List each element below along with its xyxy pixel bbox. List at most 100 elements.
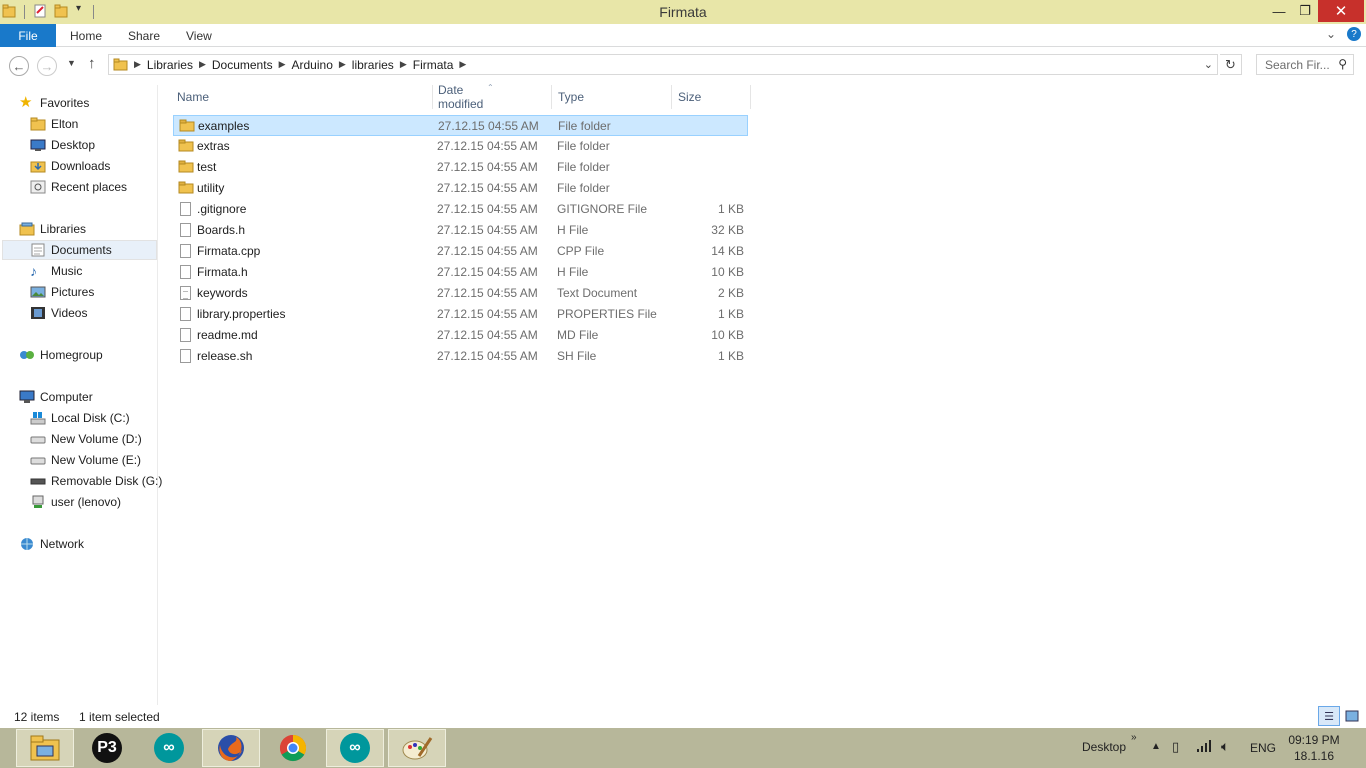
help-icon[interactable]: ? [1347,27,1361,41]
file-row[interactable]: examples 27.12.15 04:55 AM File folder [173,115,748,136]
network-drive-icon [32,495,44,508]
address-dropdown-icon[interactable]: ⌄ [1204,58,1213,71]
breadcrumb-libraries-folder[interactable]: libraries [352,58,394,72]
documents-icon [31,243,45,257]
large-icons-view-button[interactable] [1342,706,1362,726]
breadcrumb-separator[interactable]: ▶ [339,59,346,70]
file-type: PROPERTIES File [557,307,657,321]
restore-button[interactable]: ❐ [1292,0,1318,22]
taskbar-paint[interactable] [388,729,446,767]
nav-libraries[interactable]: Libraries [19,219,86,239]
nav-local-disk[interactable]: Local Disk (C:) [30,408,130,428]
close-button[interactable]: ✕ [1318,0,1364,22]
file-row[interactable]: test 27.12.15 04:55 AM File folder [173,157,748,178]
column-divider[interactable] [551,85,552,109]
breadcrumb-arduino[interactable]: Arduino [292,58,333,72]
file-row[interactable]: readme.md 27.12.15 04:55 AM MD File 10 KB [173,325,748,346]
recent-locations-icon[interactable]: ▼ [67,58,76,68]
taskbar-arduino[interactable]: ∞ [140,729,198,767]
nav-pictures[interactable]: Pictures [30,282,94,302]
file-name: test [197,160,217,174]
breadcrumb-separator[interactable]: ▶ [279,59,286,70]
file-row[interactable]: extras 27.12.15 04:55 AM File folder [173,136,748,157]
address-bar[interactable]: ▶ Libraries ▶ Documents ▶ Arduino ▶ libr… [108,54,1218,75]
signal-icon[interactable] [1196,739,1212,756]
refresh-button[interactable]: ↻ [1220,54,1242,75]
tab-home[interactable]: Home [70,29,102,43]
nav-desktop[interactable]: Desktop [30,135,95,155]
search-input[interactable]: Search Fir... ⚲ [1256,54,1354,75]
file-name: extras [197,139,230,153]
nav-music[interactable]: ♪ Music [30,261,82,281]
nav-label: Desktop [51,138,96,152]
taskbar-chrome[interactable] [264,729,322,767]
text-document-icon [180,286,191,300]
toolbar-expand-icon[interactable]: » [1131,732,1137,743]
taskbar-file-explorer[interactable] [16,729,74,767]
file-size: 2 KB [717,286,744,300]
file-name: Boards.h [197,223,246,237]
nav-volume-d[interactable]: New Volume (D:) [30,429,142,449]
nav-label: Documents [51,243,112,257]
breadcrumb-separator[interactable]: ▶ [400,59,407,70]
back-button[interactable]: ← [9,56,29,76]
nav-favorites[interactable]: ★ Favorites [19,93,89,113]
paint-icon [402,737,433,760]
volume-icon[interactable]: 🔈︎ [1221,738,1229,755]
column-header-size[interactable]: Size [678,85,701,109]
nav-computer[interactable]: Computer [19,387,93,407]
minimize-button[interactable]: — [1266,0,1292,22]
file-date: 27.12.15 04:55 AM [437,307,538,321]
breadcrumb-documents[interactable]: Documents [212,58,273,72]
tab-share[interactable]: Share [128,29,160,43]
folder-icon [113,58,128,71]
breadcrumb-separator[interactable]: ▶ [459,59,466,70]
file-row[interactable]: keywords 27.12.15 04:55 AM Text Document 2 … [173,283,748,304]
expand-ribbon-icon[interactable]: ⌄ [1326,27,1336,41]
column-header-name[interactable]: Name [177,85,209,109]
file-row[interactable]: library.properties 27.12.15 04:55 AM PROPE… [173,304,748,325]
file-row[interactable]: Firmata.h 27.12.15 04:55 AM H File 10 KB [173,262,748,283]
nav-homegroup[interactable]: Homegroup [19,345,103,365]
show-hidden-icons-icon[interactable]: ▲ [1151,741,1161,752]
nav-downloads[interactable]: Downloads [30,156,110,176]
nav-recent-places[interactable]: Recent places [30,177,127,197]
file-row[interactable]: release.sh 27.12.15 04:55 AM SH File 1 KB [173,346,748,367]
nav-label: New Volume (D:) [51,432,142,446]
nav-volume-e[interactable]: New Volume (E:) [30,450,141,470]
language-indicator[interactable]: ENG [1250,741,1276,755]
file-row[interactable]: Boards.h 27.12.15 04:55 AM H File 32 KB [173,220,748,241]
up-button[interactable]: ↑ [88,55,96,72]
nav-network-share[interactable]: user (lenovo) [30,492,121,512]
file-type: File folder [557,139,610,153]
nav-documents[interactable]: Documents [2,240,157,260]
file-row[interactable]: Firmata.cpp 27.12.15 04:55 AM CPP File 14 K… [173,241,748,262]
battery-icon[interactable]: ▯ [1172,739,1179,755]
column-divider[interactable] [432,85,433,109]
nav-elton[interactable]: Elton [30,114,78,134]
taskbar-firefox[interactable] [202,729,260,767]
tab-file[interactable]: File [0,24,56,47]
nav-network[interactable]: Network [19,534,84,554]
column-header-date[interactable]: Date modified [438,83,483,111]
drive-icon [30,457,46,465]
taskbar-arduino-2[interactable]: ∞ [326,729,384,767]
tab-view[interactable]: View [186,29,212,43]
column-divider[interactable] [671,85,672,109]
clock-date[interactable]: 18.1.16 [1284,749,1344,763]
clock-time[interactable]: 09:19 PM [1284,733,1344,747]
file-type: File folder [557,181,610,195]
details-view-button[interactable]: ☰ [1318,706,1340,726]
file-row[interactable]: utility 27.12.15 04:55 AM File folder [173,178,748,199]
taskbar-p3-app[interactable]: P3 [78,729,136,767]
nav-removable-disk[interactable]: Removable Disk (G:) [30,471,162,491]
file-row[interactable]: .gitignore 27.12.15 04:55 AM GITIGNORE Fil… [173,199,748,220]
breadcrumb-firmata[interactable]: Firmata [413,58,454,72]
column-header-type[interactable]: Type [558,85,584,109]
desktop-toolbar-label[interactable]: Desktop [1082,740,1126,754]
nav-videos[interactable]: Videos [30,303,87,323]
column-divider[interactable] [750,85,751,109]
breadcrumb-libraries[interactable]: Libraries [147,58,193,72]
breadcrumb-separator[interactable]: ▶ [199,59,206,70]
forward-button[interactable]: → [37,56,57,76]
